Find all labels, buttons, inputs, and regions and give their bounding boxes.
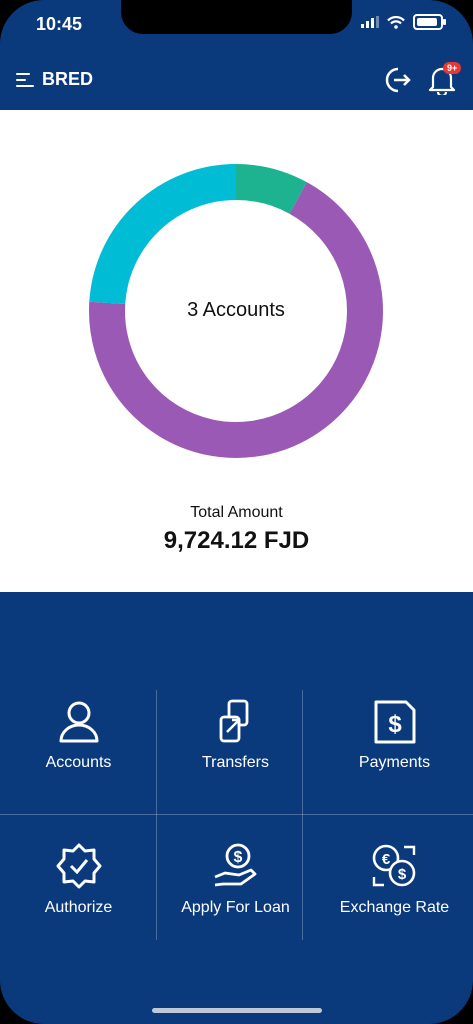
home-indicator[interactable] bbox=[152, 1008, 322, 1013]
user-icon bbox=[59, 701, 98, 743]
app-title: BRED bbox=[42, 69, 94, 89]
tile-payments[interactable]: $ Payments bbox=[316, 670, 473, 815]
svg-text:€: € bbox=[381, 851, 390, 868]
panel-curve bbox=[0, 560, 473, 592]
app-header: BRED 9+ bbox=[0, 55, 473, 110]
app-screen: 10:45 BRED 9+ 3 Accounts Total Amount 9,… bbox=[0, 0, 473, 1024]
battery-icon bbox=[413, 14, 446, 30]
tile-label: Exchange Rate bbox=[339, 899, 450, 916]
tile-label: Payments bbox=[358, 754, 431, 771]
dollar-document-icon: $ bbox=[374, 700, 415, 744]
status-time: 10:45 bbox=[36, 14, 83, 34]
donut-center-label: 3 Accounts bbox=[187, 299, 285, 321]
svg-text:$: $ bbox=[233, 849, 242, 866]
tile-accounts[interactable]: Accounts bbox=[0, 670, 157, 815]
svg-text:$: $ bbox=[397, 866, 406, 883]
tile-exchange-rate[interactable]: € $ Exchange Rate bbox=[316, 815, 473, 960]
tile-label: Accounts bbox=[45, 754, 112, 771]
donut-segment-2 bbox=[89, 164, 237, 305]
menu-button[interactable]: BRED bbox=[16, 69, 93, 90]
transfer-icon bbox=[219, 699, 248, 743]
notifications-button[interactable]: 9+ bbox=[428, 62, 462, 100]
hamburger-icon bbox=[16, 72, 34, 87]
logout-button[interactable] bbox=[383, 66, 413, 99]
tile-label: Authorize bbox=[44, 899, 113, 916]
tile-label: Transfers bbox=[202, 754, 269, 771]
tile-apply-for-loan[interactable]: $ Apply For Loan bbox=[157, 815, 314, 960]
signal-icon bbox=[361, 16, 379, 28]
status-bar-icons bbox=[361, 14, 446, 30]
device-notch bbox=[121, 0, 352, 34]
tile-transfers[interactable]: Transfers bbox=[157, 670, 314, 815]
quick-actions-grid: Accounts Transfers $ Payments Authorize … bbox=[0, 670, 473, 960]
total-amount-label: Total Amount bbox=[190, 504, 283, 521]
total-amount-value: 9,724.12 FJD bbox=[163, 527, 310, 554]
svg-text:$: $ bbox=[388, 711, 402, 738]
tile-authorize[interactable]: Authorize bbox=[0, 815, 157, 960]
logout-icon bbox=[385, 67, 411, 93]
wifi-icon bbox=[387, 15, 405, 29]
donut-segment-0 bbox=[235, 164, 307, 215]
tile-label: Apply For Loan bbox=[181, 899, 290, 916]
hand-coin-icon: $ bbox=[213, 843, 256, 887]
currency-exchange-icon: € $ bbox=[372, 844, 415, 887]
verified-badge-icon bbox=[56, 843, 101, 889]
notification-badge: 9+ bbox=[443, 62, 462, 74]
